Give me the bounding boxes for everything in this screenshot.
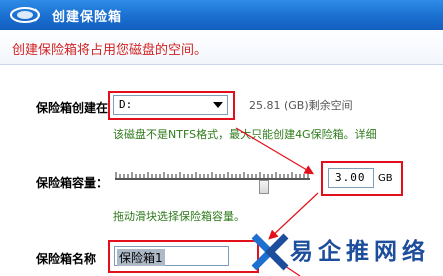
watermark-text: 易企推网络 bbox=[290, 239, 430, 265]
arrow-to-slider bbox=[235, 127, 315, 175]
watermark-logo-icon bbox=[251, 233, 289, 271]
watermark: 易企推网络 bbox=[248, 228, 443, 276]
